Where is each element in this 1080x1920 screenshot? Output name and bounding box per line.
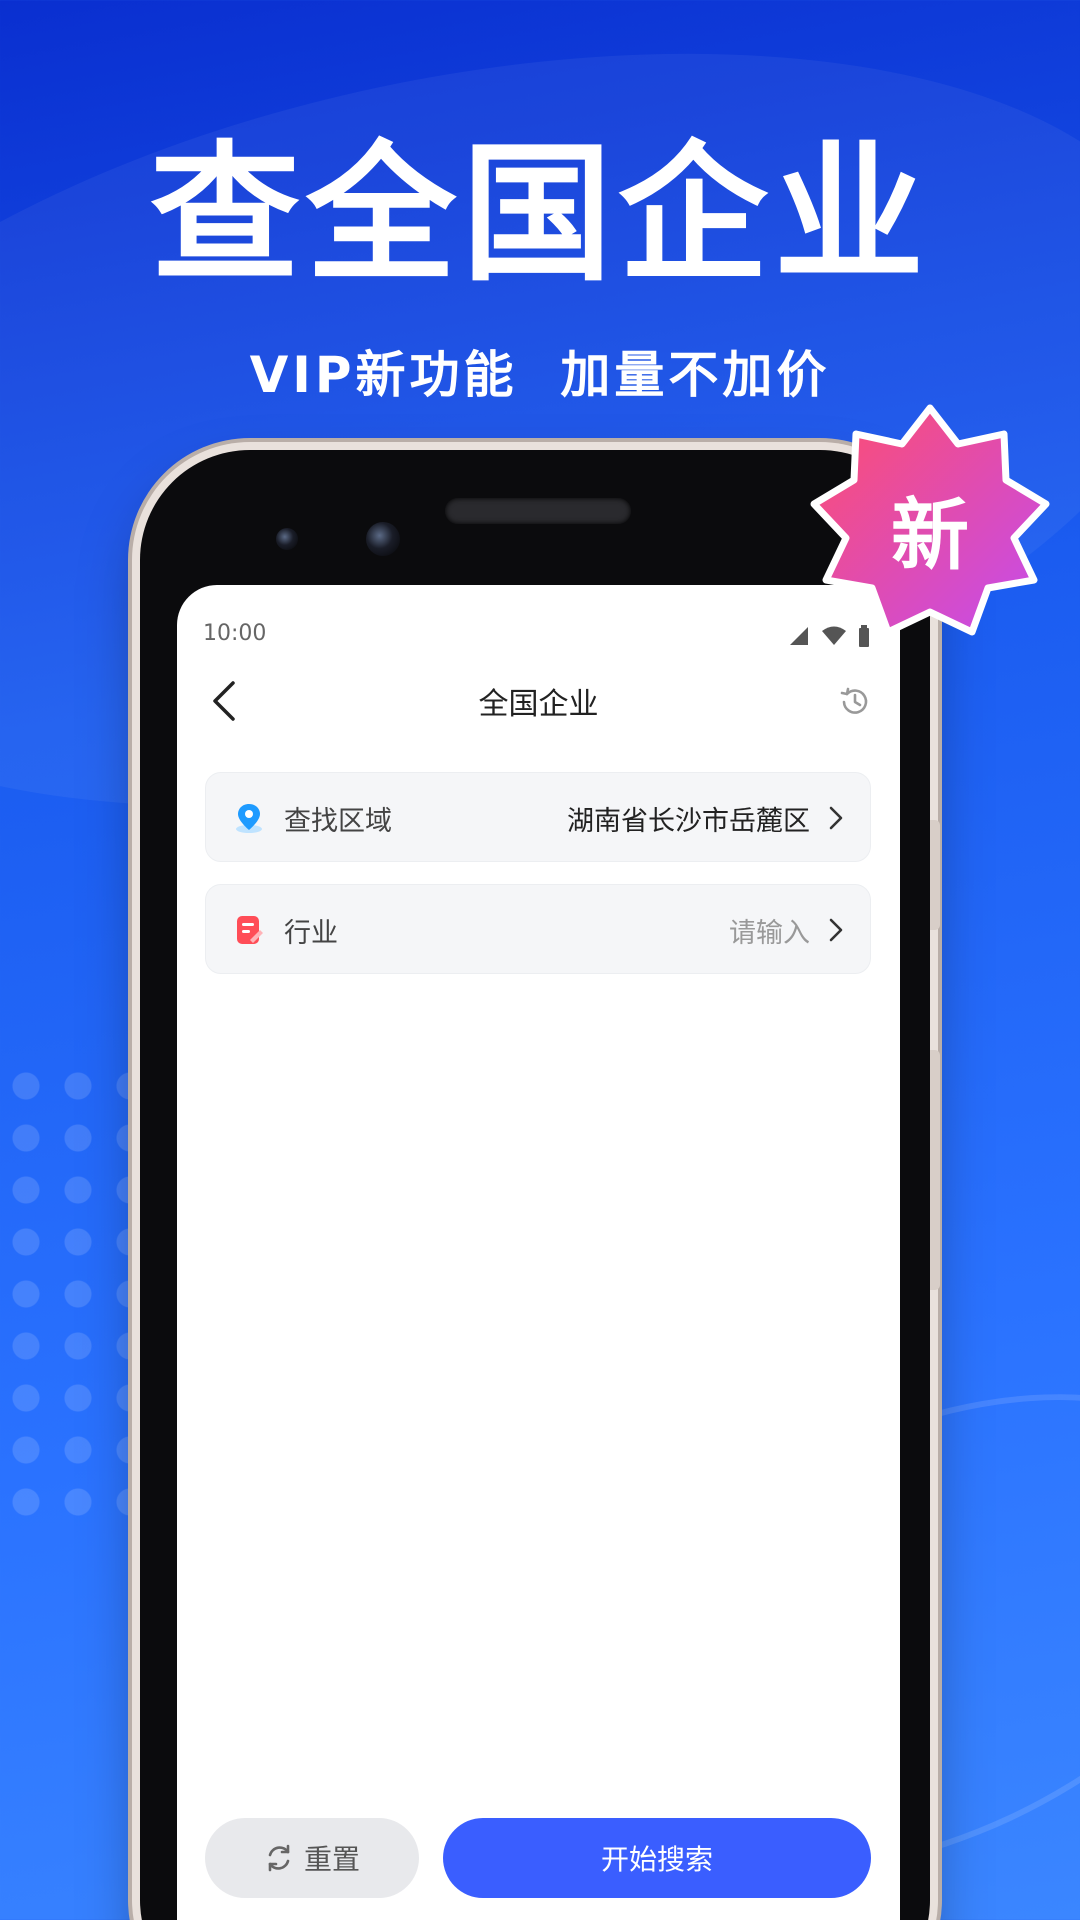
badge-label: 新 <box>890 491 969 581</box>
app-screen: 10:00 全国企业 查找区域 湖南省长沙市岳麓区 行业 请输入 重置 开始搜索 <box>177 585 900 1920</box>
headline: 查全国企业 <box>149 128 930 302</box>
industry-note-icon <box>237 916 263 944</box>
phone-speaker <box>445 498 631 524</box>
phone-side-button <box>930 1050 940 1290</box>
phone-front-camera <box>366 522 400 556</box>
region-selector-row[interactable]: 查找区域 湖南省长沙市岳麓区 <box>205 772 871 862</box>
reset-button[interactable]: 重置 <box>205 1818 419 1898</box>
chevron-right-icon <box>829 918 843 942</box>
new-badge: 新 <box>800 400 1060 650</box>
nav-bar: 全国企业 <box>177 665 900 735</box>
status-time: 10:00 <box>203 621 267 646</box>
start-search-button[interactable]: 开始搜索 <box>443 1818 871 1898</box>
phone-side-button <box>930 820 940 930</box>
history-icon[interactable] <box>838 685 872 719</box>
refresh-icon <box>268 1844 290 1872</box>
location-pin-icon <box>236 804 262 833</box>
region-value: 湖南省长沙市岳麓区 <box>567 806 810 837</box>
industry-input-placeholder: 请输入 <box>729 918 810 949</box>
page-title: 全国企业 <box>478 687 599 722</box>
status-bar: 10:00 <box>177 585 900 647</box>
reset-label: 重置 <box>303 1843 360 1876</box>
industry-label: 行业 <box>284 918 338 949</box>
region-label: 查找区域 <box>284 806 392 837</box>
phone-sensor <box>276 528 298 550</box>
subheadline: VIP新功能 加量不加价 <box>249 346 831 404</box>
chevron-right-icon <box>829 806 843 830</box>
industry-selector-row[interactable]: 行业 请输入 <box>205 884 871 974</box>
start-search-label: 开始搜索 <box>600 1843 713 1876</box>
background-dots <box>0 1060 140 1540</box>
